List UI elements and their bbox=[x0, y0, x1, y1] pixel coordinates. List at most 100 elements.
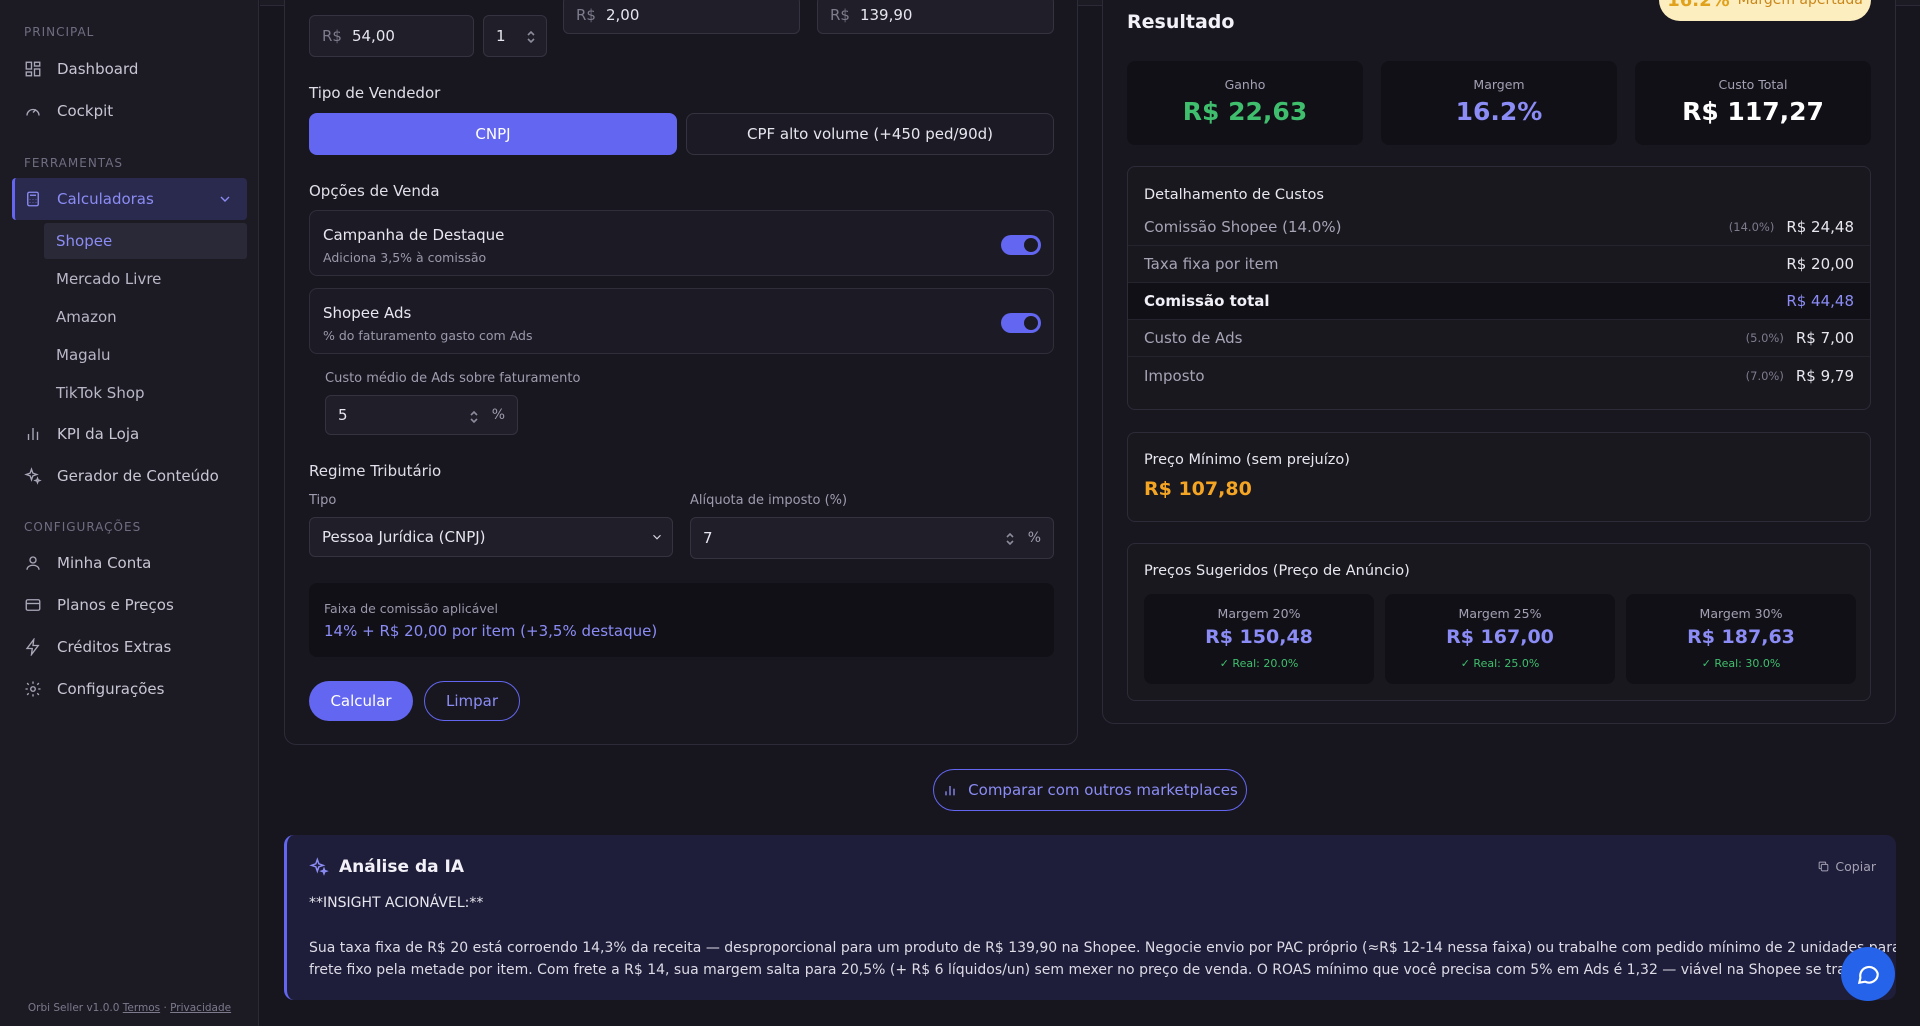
gauge-icon bbox=[24, 102, 42, 120]
result-card: Resultado 16.2% Margem apertada Ganho R$… bbox=[1102, 0, 1896, 724]
section-ferramentas: FERRAMENTAS bbox=[24, 156, 124, 170]
cost-row: Custo de Ads (5.0%) R$ 7,00 bbox=[1128, 320, 1870, 357]
min-price-panel: Preço Mínimo (sem prejuízo) R$ 107,80 bbox=[1127, 432, 1871, 522]
calculator-icon bbox=[24, 190, 42, 208]
nav-creditos[interactable]: Créditos Extras bbox=[12, 626, 247, 668]
nav-dashboard[interactable]: Dashboard bbox=[12, 48, 247, 90]
cost-row-pct: (5.0%) bbox=[1745, 331, 1784, 345]
ads-subtitle: % do faturamento gasto com Ads bbox=[323, 328, 533, 343]
tax-rate-label: Alíquota de imposto (%) bbox=[690, 493, 848, 508]
spinner-icon[interactable] bbox=[526, 29, 536, 45]
nav-calculadoras[interactable]: Calculadoras bbox=[12, 178, 247, 220]
commission-band-label: Faixa de comissão aplicável bbox=[324, 601, 498, 616]
cost-breakdown: Detalhamento de Custos Comissão Shopee (… bbox=[1127, 166, 1871, 410]
ads-option: Shopee Ads % do faturamento gasto com Ad… bbox=[309, 288, 1054, 354]
chat-button[interactable] bbox=[1841, 947, 1895, 1001]
stat-value: 16.2% bbox=[1455, 97, 1543, 126]
cost-value: 54,00 bbox=[351, 27, 395, 45]
currency-prefix: R$ bbox=[322, 27, 342, 45]
cost-row-amount: R$ 24,48 bbox=[1786, 218, 1854, 236]
footer-separator: · bbox=[163, 1002, 167, 1014]
price-field[interactable]: R$ 139,90 bbox=[817, 0, 1054, 34]
suggested-price-20: Margem 20% R$ 150,48 ✓ Real: 20.0% bbox=[1144, 594, 1374, 684]
cost-field[interactable]: R$ 54,00 bbox=[309, 15, 474, 57]
seller-cpf-button[interactable]: CPF alto volume (+450 ped/90d) bbox=[686, 113, 1054, 155]
bar-chart-icon bbox=[945, 786, 955, 796]
percent-suffix: % bbox=[491, 407, 505, 423]
nav-kpi[interactable]: KPI da Loja bbox=[12, 413, 247, 455]
gear-icon bbox=[24, 680, 42, 698]
ai-insight-line: frete fixo pela metade por item. Com fre… bbox=[309, 962, 1896, 978]
stat-ganho: Ganho R$ 22,63 bbox=[1127, 61, 1363, 145]
sub-item-amazon[interactable]: Amazon bbox=[44, 299, 247, 335]
badge-percent: 16.2% bbox=[1667, 0, 1730, 11]
tax-rate-value: 7 bbox=[703, 529, 713, 547]
sparkles-icon bbox=[309, 857, 329, 876]
quantity-stepper[interactable]: 1 bbox=[483, 15, 547, 57]
campaign-subtitle: Adiciona 3,5% à comissão bbox=[323, 250, 487, 265]
type-select[interactable]: Pessoa Jurídica (CNPJ) bbox=[309, 517, 673, 557]
nav-minha-conta-label: Minha Conta bbox=[57, 554, 152, 572]
tax-regime-label: Regime Tributário bbox=[309, 462, 442, 480]
quantity-value: 1 bbox=[496, 27, 506, 45]
footer-terms-link[interactable]: Termos bbox=[123, 1002, 160, 1014]
spinner-icon[interactable] bbox=[469, 409, 479, 425]
campaign-option: Campanha de Destaque Adiciona 3,5% à com… bbox=[309, 210, 1054, 276]
chevron-down-icon[interactable] bbox=[217, 191, 233, 207]
suggested-real: ✓ Real: 30.0% bbox=[1701, 657, 1781, 670]
suggested-prices-title: Preços Sugeridos (Preço de Anúncio) bbox=[1144, 563, 1410, 579]
cost-breakdown-title: Detalhamento de Custos bbox=[1144, 187, 1324, 203]
footer-privacy-link[interactable]: Privacidade bbox=[170, 1002, 231, 1014]
section-principal: PRINCIPAL bbox=[24, 25, 95, 39]
copy-button[interactable]: Copiar bbox=[1817, 859, 1876, 874]
calculator-form: R$ 54,00 1 R$ 2,00 R$ 139,90 Tipo de Ven… bbox=[284, 0, 1078, 745]
nav-gerador-label: Gerador de Conteúdo bbox=[57, 467, 219, 485]
result-title: Resultado bbox=[1127, 11, 1235, 33]
lightning-icon bbox=[24, 638, 42, 656]
nav-cockpit[interactable]: Cockpit bbox=[12, 90, 247, 132]
tax-rate-input[interactable]: 7 % bbox=[690, 517, 1054, 559]
min-price-value: R$ 107,80 bbox=[1144, 478, 1252, 500]
nav-configuracoes-label: Configurações bbox=[57, 680, 165, 698]
badge-text: Margem apertada bbox=[1737, 0, 1863, 8]
suggested-label: Margem 30% bbox=[1699, 606, 1783, 621]
percent-suffix: % bbox=[1027, 530, 1041, 546]
nav-planos[interactable]: Planos e Preços bbox=[12, 584, 247, 626]
stat-value: R$ 117,27 bbox=[1682, 97, 1824, 126]
clear-button[interactable]: Limpar bbox=[424, 681, 520, 721]
cost-row-name: Custo de Ads bbox=[1144, 329, 1243, 347]
fee-field[interactable]: R$ 2,00 bbox=[563, 0, 800, 34]
ads-toggle[interactable] bbox=[1001, 313, 1041, 333]
calculate-button[interactable]: Calcular bbox=[309, 681, 413, 721]
compare-label: Comparar com outros marketplaces bbox=[968, 781, 1238, 799]
nav-configuracoes[interactable]: Configurações bbox=[12, 668, 247, 710]
campaign-title: Campanha de Destaque bbox=[323, 226, 505, 244]
ads-cost-input[interactable]: 5 % bbox=[325, 395, 518, 435]
sidebar: PRINCIPAL Dashboard Cockpit FERRAMENTAS … bbox=[0, 0, 259, 1026]
spinner-icon[interactable] bbox=[1005, 531, 1015, 547]
type-label: Tipo bbox=[309, 493, 337, 508]
copy-label: Copiar bbox=[1835, 859, 1876, 874]
stat-label: Ganho bbox=[1224, 77, 1266, 92]
ads-cost-label: Custo médio de Ads sobre faturamento bbox=[325, 371, 581, 386]
sub-item-shopee[interactable]: Shopee bbox=[44, 223, 247, 259]
nav-minha-conta[interactable]: Minha Conta bbox=[12, 542, 247, 584]
suggested-real: ✓ Real: 20.0% bbox=[1219, 657, 1299, 670]
compare-marketplaces-button[interactable]: Comparar com outros marketplaces bbox=[933, 769, 1247, 811]
currency-prefix: R$ bbox=[576, 6, 596, 24]
sub-item-magalu[interactable]: Magalu bbox=[44, 337, 247, 373]
chevron-down-icon bbox=[650, 530, 664, 544]
campaign-toggle[interactable] bbox=[1001, 235, 1041, 255]
stat-margem: Margem 16.2% bbox=[1381, 61, 1617, 145]
sub-item-mercado-livre[interactable]: Mercado Livre bbox=[44, 261, 247, 297]
cost-row-name: Comissão total bbox=[1144, 292, 1270, 310]
ai-insight-text: Sua taxa fixa de R$ 20 está corroendo 14… bbox=[309, 937, 1896, 981]
stat-custo-total: Custo Total R$ 117,27 bbox=[1635, 61, 1871, 145]
commission-band-info: Faixa de comissão aplicável 14% + R$ 20,… bbox=[309, 583, 1054, 657]
sub-item-tiktok-shop[interactable]: TikTok Shop bbox=[44, 375, 247, 411]
copy-icon bbox=[1819, 861, 1829, 872]
seller-cnpj-button[interactable]: CNPJ bbox=[309, 113, 677, 155]
fee-value: 2,00 bbox=[605, 6, 640, 24]
currency-prefix: R$ bbox=[830, 6, 850, 24]
nav-gerador[interactable]: Gerador de Conteúdo bbox=[12, 455, 247, 497]
